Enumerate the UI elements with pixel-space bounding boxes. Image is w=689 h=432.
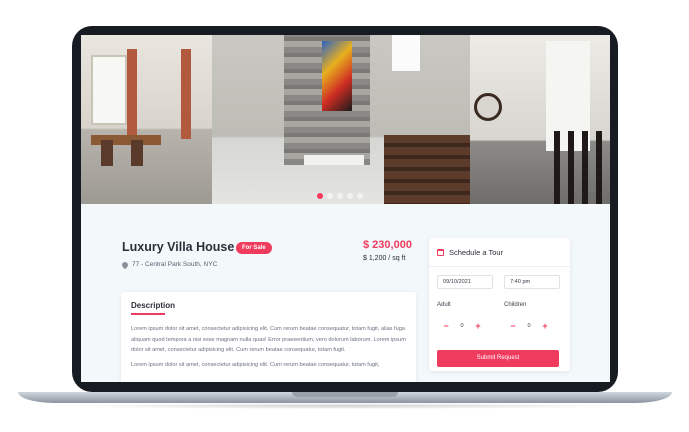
- gallery-dot[interactable]: [347, 193, 353, 199]
- children-plus-button[interactable]: +: [540, 321, 550, 331]
- laptop-screen: Luxury Villa House For Sale 77 - Central…: [81, 35, 610, 382]
- divider: [429, 266, 570, 267]
- adult-stepper: − 0 +: [441, 321, 483, 331]
- gallery-dot[interactable]: [317, 193, 323, 199]
- chair: [101, 140, 113, 166]
- address-text: 77 - Central Park South, NYC: [132, 261, 218, 268]
- gallery-dots: [317, 193, 363, 199]
- date-field[interactable]: 09/10/2021: [437, 275, 493, 289]
- dining-room-photo[interactable]: [81, 35, 212, 204]
- map-pin-icon: [120, 260, 130, 269]
- calendar-icon: [437, 249, 444, 256]
- living-room-clock-photo[interactable]: [470, 35, 610, 204]
- time-field[interactable]: 7:40 pm: [504, 275, 560, 289]
- description-paragraph: Lorem ipsum dolor sit amet, consectetur …: [131, 326, 406, 354]
- window: [392, 35, 420, 71]
- chair: [131, 140, 143, 166]
- submit-request-button[interactable]: Submit Request: [437, 350, 559, 367]
- description-paragraph: Lorem ipsum dolor sit amet, consectetur …: [131, 361, 380, 368]
- gallery-dot[interactable]: [357, 193, 363, 199]
- curtain: [127, 49, 137, 139]
- description-text: Lorem ipsum dolor sit amet, consectetur …: [131, 324, 409, 374]
- children-minus-button[interactable]: −: [508, 321, 518, 331]
- adult-count: 0: [460, 323, 464, 329]
- listing-title: Luxury Villa House: [122, 240, 235, 254]
- status-badge: For Sale: [236, 242, 272, 254]
- description-card: Description Lorem ipsum dolor sit amet, …: [121, 292, 416, 382]
- wall-clock: [474, 93, 502, 121]
- schedule-tour-card: Schedule a Tour 09/10/2021 7:40 pm Adult…: [429, 238, 570, 371]
- window: [91, 55, 127, 125]
- price-per-sqft: $ 1,200 / sq ft: [363, 255, 406, 262]
- wooden-stairs: [384, 135, 470, 204]
- children-stepper: − 0 +: [508, 321, 550, 331]
- listing-address: 77 - Central Park South, NYC: [120, 260, 218, 269]
- stone-wall-stairs-photo[interactable]: [212, 35, 470, 204]
- adult-minus-button[interactable]: −: [441, 321, 451, 331]
- gallery-dot[interactable]: [327, 193, 333, 199]
- listing-price: $ 230,000: [363, 239, 412, 251]
- tour-header: Schedule a Tour: [437, 248, 503, 257]
- adult-plus-button[interactable]: +: [473, 321, 483, 331]
- curtain: [181, 49, 191, 139]
- dining-chairs: [554, 131, 610, 204]
- description-heading: Description: [131, 301, 176, 310]
- heading-underline: [131, 313, 165, 315]
- tour-heading: Schedule a Tour: [449, 248, 504, 257]
- laptop-shadow: [60, 403, 630, 409]
- laptop-notch: [292, 392, 398, 397]
- children-label: Children: [504, 302, 527, 308]
- children-count: 0: [527, 323, 531, 329]
- listing-content: Luxury Villa House For Sale 77 - Central…: [81, 204, 610, 382]
- gallery-dot[interactable]: [337, 193, 343, 199]
- adult-label: Adult: [437, 302, 451, 308]
- wall-art: [322, 41, 352, 111]
- photo-gallery[interactable]: [81, 35, 610, 204]
- floating-step: [304, 155, 364, 165]
